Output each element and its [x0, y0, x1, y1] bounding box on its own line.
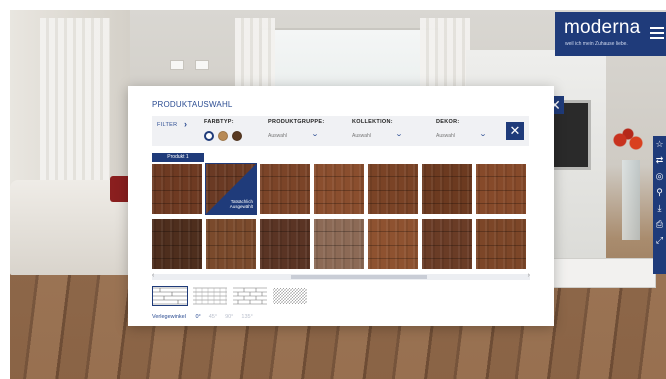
chevron-down-icon[interactable]: ⌄ — [479, 130, 487, 138]
dekor-label: DEKOR: — [436, 119, 460, 125]
product-tile[interactable] — [368, 219, 418, 269]
horizontal-scrollbar[interactable]: ‹ › — [152, 272, 530, 280]
brand-bar: moderna weil ich mein Zuhause liebe. — [555, 12, 666, 56]
download-icon[interactable]: ⤓ — [653, 200, 666, 216]
laying-angle-option[interactable]: 0° — [195, 314, 200, 320]
dekor-select[interactable]: Auswahl — [436, 133, 455, 139]
selected-badge-text: Tatsächlich Ausgewählt — [229, 198, 253, 210]
modal-title: PRODUKTAUSWAHL — [152, 100, 233, 109]
brick-pattern-icon[interactable] — [232, 286, 268, 306]
sideboard — [536, 258, 656, 288]
ceiling-lamp — [170, 60, 184, 70]
product-tile[interactable] — [260, 219, 310, 269]
scroll-left-icon[interactable]: ‹ — [152, 272, 154, 279]
ceiling-lamp — [195, 60, 209, 70]
chevron-down-icon[interactable]: ⌄ — [395, 130, 403, 138]
scroll-right-icon[interactable]: › — [528, 272, 530, 279]
flowers — [608, 128, 648, 158]
product-tile[interactable] — [422, 164, 472, 214]
product-tile[interactable]: Tatsächlich Ausgewählt — [205, 163, 257, 215]
product-tile[interactable] — [422, 219, 472, 269]
product-tile[interactable] — [314, 164, 364, 214]
chevron-right-icon[interactable]: › — [184, 119, 187, 129]
product-tile[interactable] — [314, 219, 364, 269]
herringbone-pattern-icon[interactable] — [192, 286, 228, 306]
laying-angle-option[interactable]: 135° — [241, 314, 252, 320]
color-swatch-dark-brown[interactable] — [232, 131, 242, 141]
product-tile[interactable] — [476, 219, 526, 269]
filter-toggle[interactable]: FILTER — [157, 122, 177, 128]
product-grid: Tatsächlich Ausgewählt — [152, 163, 530, 270]
produktgruppe-label: PRODUKTGRUPPE: — [268, 119, 325, 125]
fullscreen-icon[interactable]: ⤢ — [653, 232, 666, 248]
produktgruppe-select[interactable]: Auswahl — [268, 133, 287, 139]
product-tile[interactable] — [476, 164, 526, 214]
product-tile[interactable] — [206, 219, 256, 269]
laying-angle-option[interactable]: 45° — [209, 314, 217, 320]
print-icon[interactable]: ⎙ — [653, 216, 666, 232]
clear-filter-button[interactable]: ✕ — [506, 122, 524, 140]
product-tile[interactable] — [152, 164, 202, 214]
scrollbar-thumb[interactable] — [290, 275, 427, 279]
product-tile[interactable] — [152, 219, 202, 269]
farbtyp-label: FARBTYP: — [204, 119, 234, 125]
filter-bar: FILTER › FARBTYP: PRODUKTGRUPPE: Auswahl… — [152, 116, 529, 146]
laying-angle-option[interactable]: 90° — [225, 314, 233, 320]
split-view-icon[interactable]: ⇄ — [653, 152, 666, 168]
chevron-pattern-icon[interactable] — [272, 286, 308, 306]
tool-sidebar: ☆ ⇄ ◎ ⚲ ⤓ ⎙ ⤢ — [653, 136, 666, 274]
laying-angle-row: Verlegewinkel 0° 45° 90° 135° — [152, 314, 269, 320]
product-selection-modal: PRODUKTAUSWAHL FILTER › FARBTYP: PRODUKT… — [128, 86, 554, 326]
brand-tagline: weil ich mein Zuhause liebe. — [565, 41, 628, 47]
plank-pattern-icon[interactable] — [152, 286, 188, 306]
kollektion-label: KOLLEKTION: — [352, 119, 393, 125]
vase — [622, 160, 640, 240]
brand-logo: moderna — [564, 17, 641, 38]
product-tab[interactable]: Produkt 1 — [152, 153, 204, 162]
link-icon[interactable]: ⚲ — [653, 184, 666, 200]
laying-angle-label: Verlegewinkel — [152, 314, 186, 320]
hamburger-icon[interactable] — [650, 27, 664, 39]
target-icon[interactable]: ◎ — [653, 168, 666, 184]
color-swatch-white[interactable] — [204, 131, 214, 141]
star-icon[interactable]: ☆ — [653, 136, 666, 152]
chevron-down-icon[interactable]: ⌄ — [311, 130, 319, 138]
product-tile[interactable] — [260, 164, 310, 214]
color-swatch-light-brown[interactable] — [218, 131, 228, 141]
kollektion-select[interactable]: Auswahl — [352, 133, 371, 139]
product-tile[interactable] — [368, 164, 418, 214]
